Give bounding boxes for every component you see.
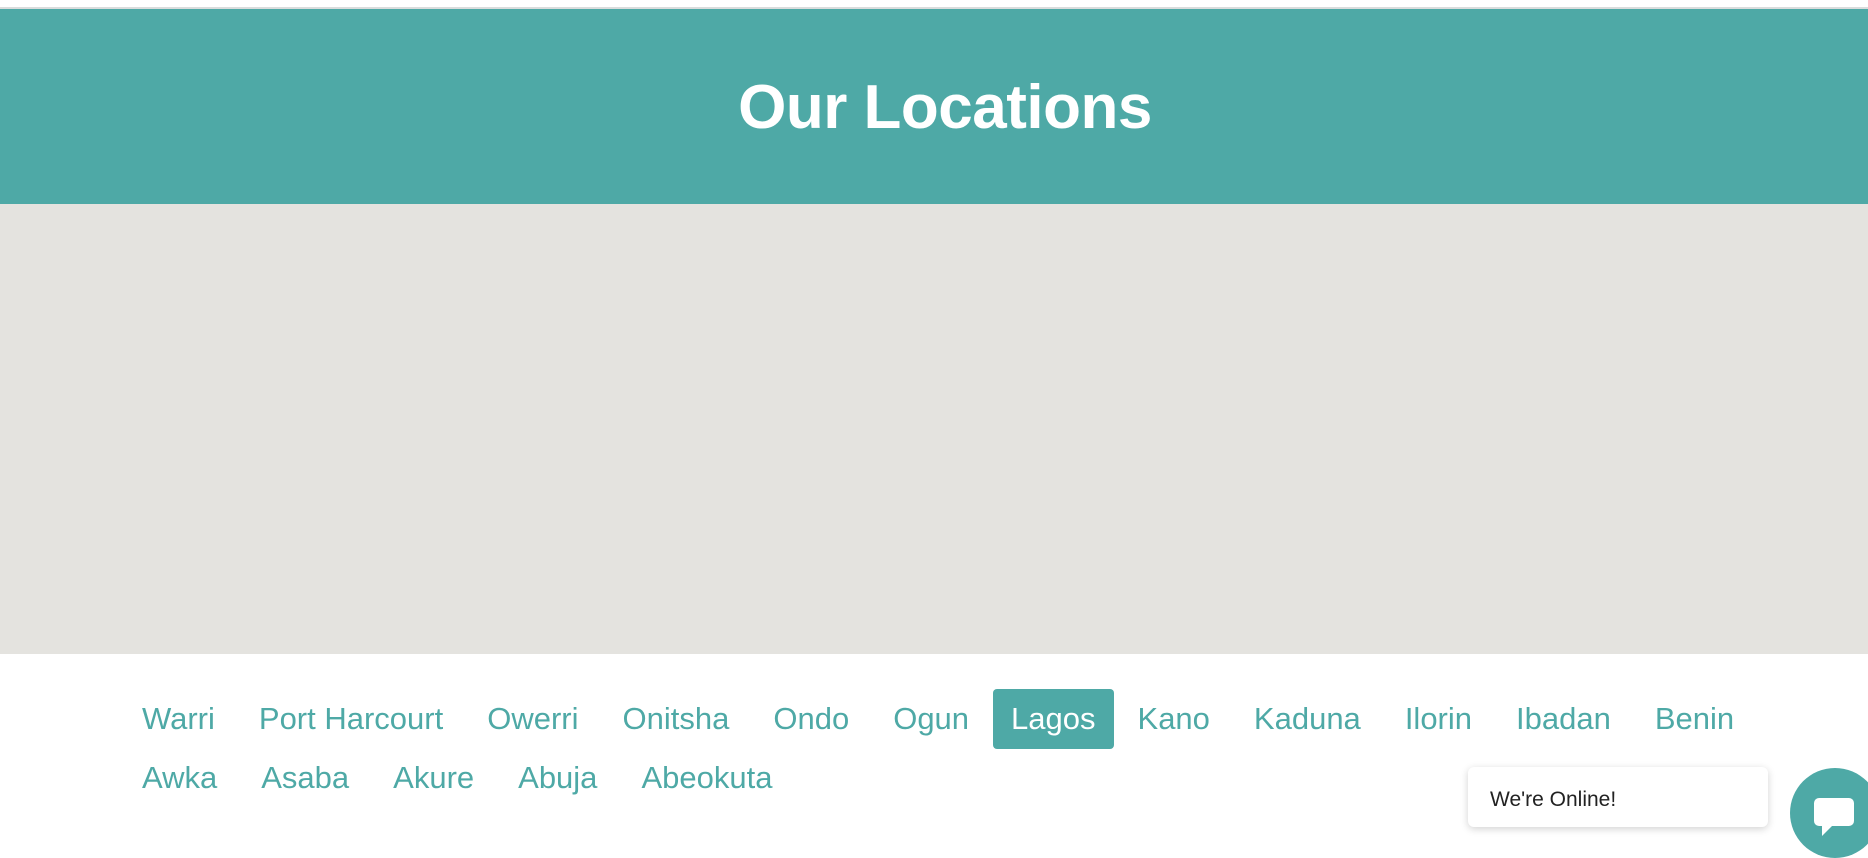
location-tab-akure[interactable]: Akure [373,748,494,808]
locations-map[interactable] [0,204,1868,654]
location-tab-owerri[interactable]: Owerri [467,689,598,749]
location-tab-asaba[interactable]: Asaba [241,748,369,808]
location-tab-lagos[interactable]: Lagos [993,689,1114,749]
location-tab-abuja[interactable]: Abuja [498,748,617,808]
location-tab-port-harcourt[interactable]: Port Harcourt [239,689,463,749]
location-tab-ilorin[interactable]: Ilorin [1385,689,1492,749]
location-tab-warri[interactable]: Warri [122,689,235,749]
location-tab-ibadan[interactable]: Ibadan [1496,689,1631,749]
top-border [0,0,1868,9]
location-tab-benin[interactable]: Benin [1635,689,1754,749]
location-tabs-row-1: Warri Port Harcourt Owerri Onitsha Ondo Ogun L… [122,689,1758,749]
location-tab-abeokuta[interactable]: Abeokuta [621,748,792,808]
page-title: Our Locations [738,73,1152,142]
chat-status-bubble[interactable]: We're Online! [1468,767,1768,827]
location-tab-onitsha[interactable]: Onitsha [603,689,750,749]
chat-status-text: We're Online! [1490,788,1617,811]
location-tab-ogun[interactable]: Ogun [873,689,989,749]
location-tab-kano[interactable]: Kano [1118,689,1230,749]
location-tabs-row-2: Awka Asaba Akure Abuja Abeokuta [122,748,796,808]
location-tab-awka[interactable]: Awka [122,748,237,808]
location-tab-kaduna[interactable]: Kaduna [1234,689,1381,749]
chat-icon [1814,798,1854,836]
location-tab-ondo[interactable]: Ondo [753,689,869,749]
locations-header: Our Locations [0,9,1868,204]
chat-launcher-button[interactable] [1790,768,1868,858]
